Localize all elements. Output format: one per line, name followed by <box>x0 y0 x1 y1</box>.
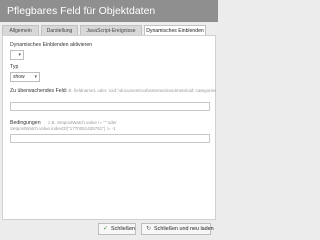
dynamic-enable-select[interactable]: ▾ <box>10 50 24 60</box>
dialog-footer: ✓ Schließen ↻ Schließen und neu laden <box>0 220 218 239</box>
close-and-reload-button-label: Schließen und neu laden <box>154 226 214 232</box>
tab-panel: Dynamisches Einblenden aktivieren ▾ Typ … <box>2 35 216 220</box>
watched-field-input[interactable] <box>10 102 210 111</box>
watched-field-label: Zu überwachendes Feld <box>10 88 66 94</box>
type-select[interactable]: show ▾ <box>10 72 40 82</box>
conditions-hint-line2: SetpostWatch.value.indexOf("177005143578… <box>10 126 116 131</box>
conditions-input[interactable] <box>10 134 210 143</box>
chevron-down-icon: ▾ <box>18 52 21 58</box>
type-value: show <box>13 74 25 80</box>
conditions-hint-line1: z.B. SetpostWatch.value != "" oder <box>48 120 117 125</box>
close-button-label: Schließen <box>111 226 136 232</box>
watched-field-label-text: Zu überwachendes Feld <box>10 88 66 94</box>
dynamic-enable-label: Dynamisches Einblenden aktivieren <box>10 42 93 48</box>
type-label: Typ <box>10 64 19 70</box>
reload-icon: ↻ <box>146 226 152 232</box>
chevron-down-icon: ▾ <box>34 74 37 80</box>
dialog-window: Pflegbares Feld für Objektdaten Allgemei… <box>0 0 218 239</box>
close-and-reload-button[interactable]: ↻ Schließen und neu laden <box>141 223 214 235</box>
close-button[interactable]: ✓ Schließen <box>98 223 136 235</box>
window-title: Pflegbares Feld für Objektdaten <box>0 0 218 22</box>
check-icon: ✓ <box>103 226 109 232</box>
watched-field-hint: z.B. fieldname1 oder: \oid::\documentroo… <box>65 88 217 93</box>
